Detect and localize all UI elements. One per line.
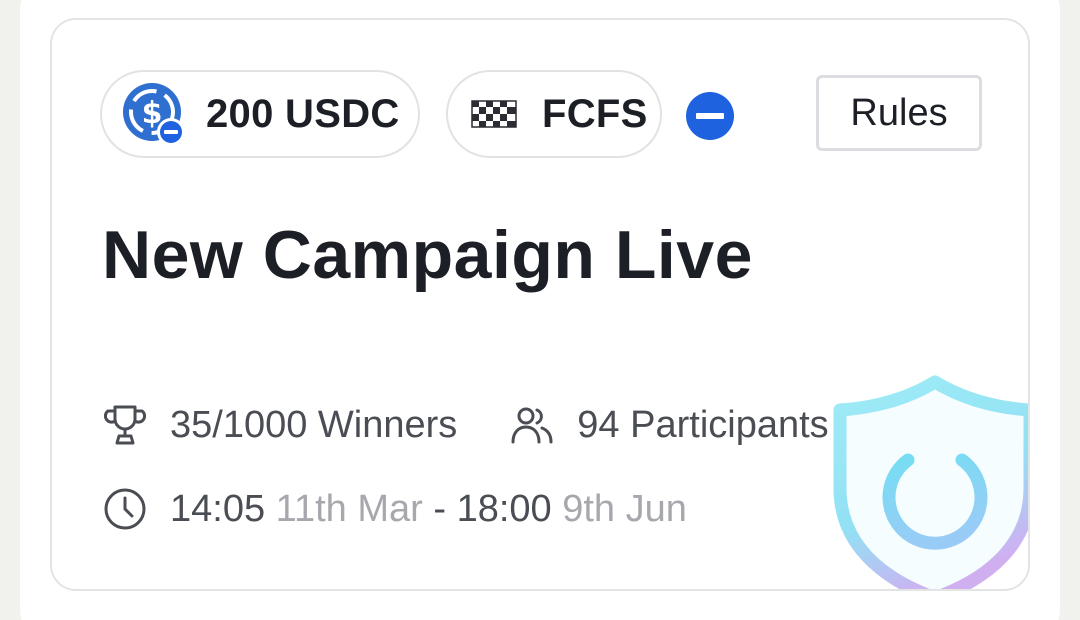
distribution-type-pill: FCFS (446, 70, 662, 158)
distribution-type-label: FCFS (542, 91, 648, 136)
campaign-card[interactable]: $ 200 USDC FCFS Rules New Campaign Live … (50, 18, 1030, 591)
end-date: 9th Jun (562, 487, 687, 530)
date-separator: - (433, 487, 447, 530)
rules-button[interactable]: Rules (816, 75, 982, 151)
people-icon (509, 402, 555, 448)
blue-minus-badge-icon (686, 92, 734, 140)
schedule-row: 14:05 11th Mar - 18:00 9th Jun (102, 486, 687, 532)
start-time: 14:05 (170, 487, 266, 530)
trophy-icon (102, 402, 148, 448)
reward-label: 200 USDC (206, 91, 400, 136)
start-date: 11th Mar (275, 487, 423, 530)
shield-power-icon (830, 368, 1028, 589)
stats-row: 35/1000 Winners 94 Participants (102, 402, 829, 448)
checkered-flag-icon (470, 99, 518, 129)
reward-pill: $ 200 USDC (100, 70, 420, 158)
participants-count: 94 Participants (577, 403, 829, 446)
end-time: 18:00 (456, 487, 552, 530)
clock-icon (102, 486, 148, 532)
campaign-title: New Campaign Live (102, 217, 753, 293)
winners-count: 35/1000 Winners (170, 403, 458, 446)
usdc-coin-icon: $ (120, 80, 188, 148)
